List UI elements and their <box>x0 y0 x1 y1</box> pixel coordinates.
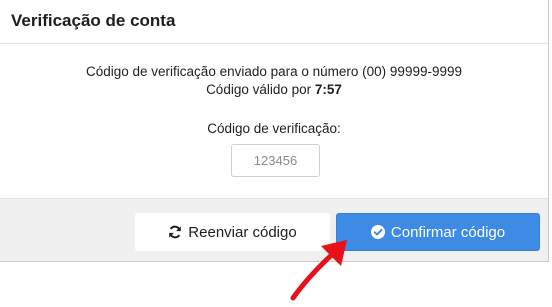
confirm-code-button[interactable]: Confirmar código <box>336 213 540 251</box>
check-circle-icon <box>370 225 385 239</box>
validity-message: Código válido por 7:57 <box>0 82 548 97</box>
dialog-footer: Reenviar código Confirmar código <box>0 198 548 261</box>
refresh-icon <box>168 225 182 239</box>
countdown-timer: 7:57 <box>314 82 342 97</box>
verification-dialog: Verificação de conta Código de verificaç… <box>0 0 549 262</box>
dialog-title: Verificação de conta <box>11 11 176 30</box>
verification-code-input[interactable] <box>231 144 320 177</box>
resend-code-label: Reenviar código <box>188 223 297 241</box>
sent-message: Código de verificação enviado para o núm… <box>86 64 462 79</box>
confirm-code-label: Confirmar código <box>390 223 506 241</box>
validity-prefix: Código válido por <box>206 82 315 97</box>
code-field-label: Código de verificação: <box>207 121 341 136</box>
dialog-header: Verificação de conta <box>0 0 548 44</box>
annotation-arrow-icon <box>285 236 355 307</box>
dialog-body: Código de verificação enviado para o núm… <box>0 44 548 198</box>
